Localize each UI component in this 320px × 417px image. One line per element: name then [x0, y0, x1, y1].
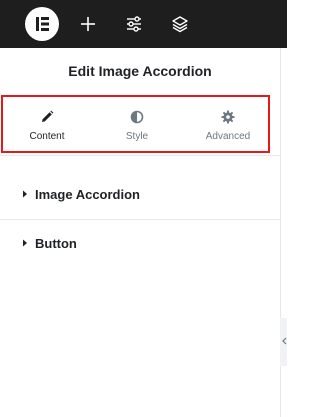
- plus-icon: [81, 17, 95, 31]
- canvas-edge: [280, 48, 287, 318]
- tab-content[interactable]: Content: [7, 97, 87, 151]
- add-element-button[interactable]: [76, 12, 100, 36]
- gear-icon: [221, 110, 235, 124]
- section-title: Button: [35, 236, 77, 251]
- sliders-icon: [127, 16, 141, 32]
- caret-right-icon: [23, 239, 27, 247]
- canvas-edge-lower: [280, 366, 287, 417]
- section-title: Image Accordion: [35, 187, 140, 202]
- panel-tabs: Content Style Advanced: [1, 95, 270, 153]
- chevron-left-icon[interactable]: [282, 336, 287, 346]
- elementor-logo-icon[interactable]: [25, 7, 59, 41]
- tab-advanced[interactable]: Advanced: [189, 97, 267, 151]
- top-toolbar: [0, 0, 287, 48]
- half-circle-icon: [130, 110, 144, 124]
- panel-title: Edit Image Accordion: [68, 63, 212, 79]
- layers-icon: [172, 16, 188, 33]
- caret-right-icon: [23, 190, 27, 198]
- divider: [0, 155, 280, 156]
- site-settings-button[interactable]: [122, 12, 146, 36]
- tab-label: Advanced: [205, 131, 251, 142]
- section-image-accordion[interactable]: Image Accordion: [0, 171, 280, 219]
- navigator-button[interactable]: [168, 12, 192, 36]
- tab-style[interactable]: Style: [97, 97, 177, 151]
- tab-label: Style: [125, 131, 149, 142]
- tab-label: Content: [29, 131, 65, 142]
- section-button[interactable]: Button: [0, 220, 280, 268]
- pencil-icon: [42, 110, 54, 122]
